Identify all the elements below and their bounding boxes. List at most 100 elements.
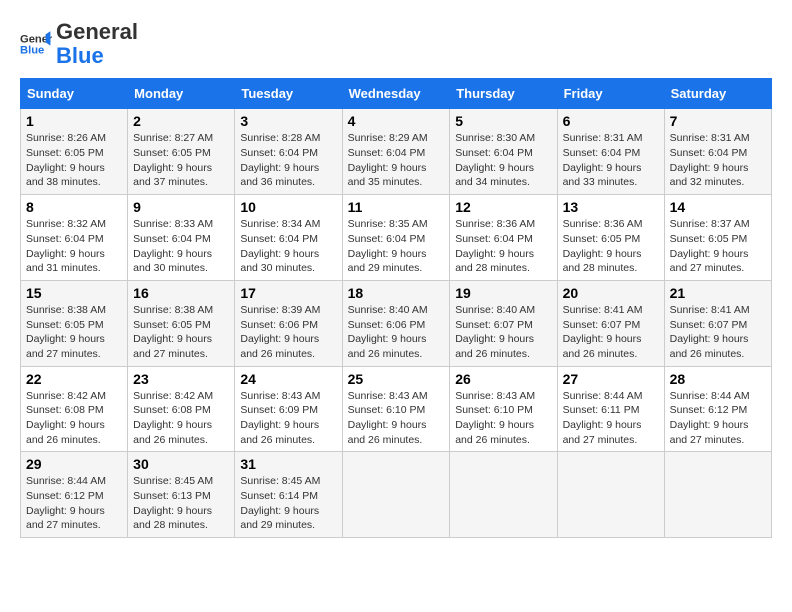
day-info: Sunrise: 8:37 AMSunset: 6:05 PMDaylight:… — [670, 217, 766, 276]
calendar-cell: 25Sunrise: 8:43 AMSunset: 6:10 PMDayligh… — [342, 366, 450, 452]
day-number: 17 — [240, 285, 336, 301]
day-number: 29 — [26, 456, 122, 472]
day-info: Sunrise: 8:43 AMSunset: 6:10 PMDaylight:… — [455, 389, 551, 448]
logo-icon: General Blue — [20, 28, 52, 60]
day-info: Sunrise: 8:41 AMSunset: 6:07 PMDaylight:… — [563, 303, 659, 362]
calendar-cell: 31Sunrise: 8:45 AMSunset: 6:14 PMDayligh… — [235, 452, 342, 538]
day-info: Sunrise: 8:40 AMSunset: 6:07 PMDaylight:… — [455, 303, 551, 362]
calendar-cell: 6 Sunrise: 8:31 AMSunset: 6:04 PMDaylight… — [557, 109, 664, 195]
day-info: Sunrise: 8:40 AMSunset: 6:06 PMDaylight:… — [348, 303, 445, 362]
day-info: Sunrise: 8:42 AMSunset: 6:08 PMDaylight:… — [133, 389, 229, 448]
calendar-cell: 12 Sunrise: 8:36 AMSunset: 6:04 PMDayligh… — [450, 195, 557, 281]
day-info: Sunrise: 8:32 AMSunset: 6:04 PMDaylight:… — [26, 217, 122, 276]
day-number: 11 — [348, 199, 445, 215]
day-info: Sunrise: 8:41 AMSunset: 6:07 PMDaylight:… — [670, 303, 766, 362]
day-number: 10 — [240, 199, 336, 215]
calendar-cell: 14 Sunrise: 8:37 AMSunset: 6:05 PMDayligh… — [664, 195, 771, 281]
day-info: Sunrise: 8:38 AMSunset: 6:05 PMDaylight:… — [133, 303, 229, 362]
day-number: 21 — [670, 285, 766, 301]
day-info: Sunrise: 8:28 AMSunset: 6:04 PMDaylight:… — [240, 131, 336, 190]
day-info: Sunrise: 8:43 AMSunset: 6:09 PMDaylight:… — [240, 389, 336, 448]
day-info: Sunrise: 8:42 AMSunset: 6:08 PMDaylight:… — [26, 389, 122, 448]
calendar-cell: 13 Sunrise: 8:36 AMSunset: 6:05 PMDayligh… — [557, 195, 664, 281]
calendar-body: 1 Sunrise: 8:26 AMSunset: 6:05 PMDaylight… — [21, 109, 772, 538]
calendar-cell: 3 Sunrise: 8:28 AMSunset: 6:04 PMDaylight… — [235, 109, 342, 195]
calendar-cell: 22 Sunrise: 8:42 AMSunset: 6:08 PMDayligh… — [21, 366, 128, 452]
calendar-cell: 8 Sunrise: 8:32 AMSunset: 6:04 PMDaylight… — [21, 195, 128, 281]
weekday-header-sunday: Sunday — [21, 79, 128, 109]
day-info: Sunrise: 8:36 AMSunset: 6:04 PMDaylight:… — [455, 217, 551, 276]
day-info: Sunrise: 8:44 AMSunset: 6:12 PMDaylight:… — [670, 389, 766, 448]
page-header: General Blue General Blue — [20, 20, 772, 68]
calendar-cell: 23 Sunrise: 8:42 AMSunset: 6:08 PMDayligh… — [128, 366, 235, 452]
calendar-cell: 9Sunrise: 8:33 AMSunset: 6:04 PMDaylight… — [128, 195, 235, 281]
day-number: 14 — [670, 199, 766, 215]
calendar-cell: 5Sunrise: 8:30 AMSunset: 6:04 PMDaylight… — [450, 109, 557, 195]
day-info: Sunrise: 8:31 AMSunset: 6:04 PMDaylight:… — [563, 131, 659, 190]
day-info: Sunrise: 8:26 AMSunset: 6:05 PMDaylight:… — [26, 131, 122, 190]
day-info: Sunrise: 8:31 AMSunset: 6:04 PMDaylight:… — [670, 131, 766, 190]
calendar-week-3: 15 Sunrise: 8:38 AMSunset: 6:05 PMDayligh… — [21, 280, 772, 366]
day-number: 20 — [563, 285, 659, 301]
calendar-week-5: 29 Sunrise: 8:44 AMSunset: 6:12 PMDayligh… — [21, 452, 772, 538]
day-number: 4 — [348, 113, 445, 129]
day-info: Sunrise: 8:44 AMSunset: 6:12 PMDaylight:… — [26, 474, 122, 533]
day-number: 27 — [563, 371, 659, 387]
day-info: Sunrise: 8:43 AMSunset: 6:10 PMDaylight:… — [348, 389, 445, 448]
day-number: 6 — [563, 113, 659, 129]
day-info: Sunrise: 8:44 AMSunset: 6:11 PMDaylight:… — [563, 389, 659, 448]
weekday-header-friday: Friday — [557, 79, 664, 109]
day-info: Sunrise: 8:35 AMSunset: 6:04 PMDaylight:… — [348, 217, 445, 276]
calendar-cell: 2Sunrise: 8:27 AMSunset: 6:05 PMDaylight… — [128, 109, 235, 195]
day-info: Sunrise: 8:45 AMSunset: 6:13 PMDaylight:… — [133, 474, 229, 533]
day-number: 31 — [240, 456, 336, 472]
svg-text:Blue: Blue — [20, 45, 44, 57]
weekday-row: SundayMondayTuesdayWednesdayThursdayFrid… — [21, 79, 772, 109]
day-number: 1 — [26, 113, 122, 129]
calendar-cell: 20 Sunrise: 8:41 AMSunset: 6:07 PMDayligh… — [557, 280, 664, 366]
calendar-cell: 19 Sunrise: 8:40 AMSunset: 6:07 PMDayligh… — [450, 280, 557, 366]
day-number: 7 — [670, 113, 766, 129]
calendar-cell: 15 Sunrise: 8:38 AMSunset: 6:05 PMDayligh… — [21, 280, 128, 366]
calendar-cell: 16 Sunrise: 8:38 AMSunset: 6:05 PMDayligh… — [128, 280, 235, 366]
calendar-cell: 21 Sunrise: 8:41 AMSunset: 6:07 PMDayligh… — [664, 280, 771, 366]
calendar-cell — [450, 452, 557, 538]
calendar-cell: 29 Sunrise: 8:44 AMSunset: 6:12 PMDayligh… — [21, 452, 128, 538]
calendar-cell: 26 Sunrise: 8:43 AMSunset: 6:10 PMDayligh… — [450, 366, 557, 452]
calendar-week-2: 8 Sunrise: 8:32 AMSunset: 6:04 PMDaylight… — [21, 195, 772, 281]
calendar-header: SundayMondayTuesdayWednesdayThursdayFrid… — [21, 79, 772, 109]
day-number: 12 — [455, 199, 551, 215]
calendar-cell: 17 Sunrise: 8:39 AMSunset: 6:06 PMDayligh… — [235, 280, 342, 366]
calendar-cell: 10 Sunrise: 8:34 AMSunset: 6:04 PMDayligh… — [235, 195, 342, 281]
calendar-cell: 4 Sunrise: 8:29 AMSunset: 6:04 PMDaylight… — [342, 109, 450, 195]
day-number: 2 — [133, 113, 229, 129]
day-info: Sunrise: 8:36 AMSunset: 6:05 PMDaylight:… — [563, 217, 659, 276]
day-number: 16 — [133, 285, 229, 301]
calendar-cell: 24Sunrise: 8:43 AMSunset: 6:09 PMDayligh… — [235, 366, 342, 452]
calendar-cell: 7 Sunrise: 8:31 AMSunset: 6:04 PMDaylight… — [664, 109, 771, 195]
weekday-header-monday: Monday — [128, 79, 235, 109]
day-info: Sunrise: 8:34 AMSunset: 6:04 PMDaylight:… — [240, 217, 336, 276]
day-number: 8 — [26, 199, 122, 215]
weekday-header-saturday: Saturday — [664, 79, 771, 109]
day-number: 22 — [26, 371, 122, 387]
day-info: Sunrise: 8:38 AMSunset: 6:05 PMDaylight:… — [26, 303, 122, 362]
calendar-cell: 1 Sunrise: 8:26 AMSunset: 6:05 PMDaylight… — [21, 109, 128, 195]
day-number: 23 — [133, 371, 229, 387]
day-number: 15 — [26, 285, 122, 301]
day-number: 3 — [240, 113, 336, 129]
calendar-cell — [557, 452, 664, 538]
calendar-cell: 11 Sunrise: 8:35 AMSunset: 6:04 PMDayligh… — [342, 195, 450, 281]
day-info: Sunrise: 8:29 AMSunset: 6:04 PMDaylight:… — [348, 131, 445, 190]
day-number: 5 — [455, 113, 551, 129]
day-number: 19 — [455, 285, 551, 301]
weekday-header-tuesday: Tuesday — [235, 79, 342, 109]
calendar-cell — [664, 452, 771, 538]
calendar-cell: 30Sunrise: 8:45 AMSunset: 6:13 PMDayligh… — [128, 452, 235, 538]
day-number: 13 — [563, 199, 659, 215]
calendar-cell — [342, 452, 450, 538]
calendar-cell: 18Sunrise: 8:40 AMSunset: 6:06 PMDayligh… — [342, 280, 450, 366]
day-info: Sunrise: 8:39 AMSunset: 6:06 PMDaylight:… — [240, 303, 336, 362]
day-number: 26 — [455, 371, 551, 387]
weekday-header-wednesday: Wednesday — [342, 79, 450, 109]
